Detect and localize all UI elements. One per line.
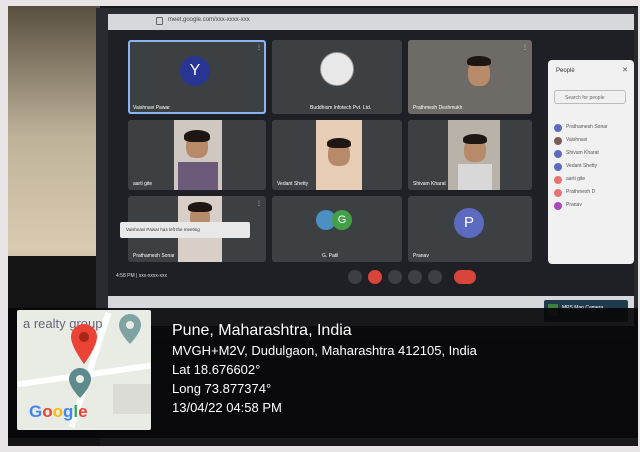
participant-name: Pranav — [413, 253, 429, 259]
location-city: Pune, Maharashtra, India — [172, 322, 352, 339]
list-item[interactable]: Pranav — [554, 200, 630, 213]
list-item[interactable]: Vedant Shetty — [554, 161, 630, 174]
list-item[interactable]: aarti gite — [554, 174, 630, 187]
list-item[interactable]: Shivam Kharat — [554, 148, 630, 161]
participant-tile[interactable]: Buddhism Infotech Pvt. Ltd. — [272, 40, 402, 114]
more-options-icon[interactable]: ⋮ — [522, 44, 528, 51]
browser-address-bar[interactable]: meet.google.com/xxx-xxxx-xxx — [108, 14, 634, 30]
list-item[interactable]: Prathmesh D — [554, 187, 630, 200]
mic-button[interactable] — [348, 270, 362, 284]
participant-name: G. Patil — [322, 253, 339, 259]
participant-tile[interactable]: ⋮ Prathmesh Deshmukh — [408, 40, 532, 114]
meeting-controls: 4:58 PM | xxx-xxxx-xxx — [108, 266, 634, 288]
participant-list-name: Shivam Kharat — [566, 150, 599, 156]
participant-name: Shivam Kharat — [413, 181, 446, 187]
participant-tile[interactable]: aarti gite — [128, 120, 266, 190]
participant-name: aarti gite — [133, 181, 153, 187]
participant-name: Prathmesh Deshmukh — [413, 105, 463, 111]
avatar — [554, 137, 562, 145]
camera-button[interactable] — [368, 270, 382, 284]
map-pin-icon — [71, 324, 97, 364]
participant-list: Prathamesh Sonar Vaishnavi Shivam Kharat… — [554, 122, 630, 213]
people-panel-title: People — [556, 68, 575, 74]
avatar — [554, 176, 562, 184]
participant-hair — [188, 202, 212, 212]
avatar — [554, 189, 562, 197]
monitor: meet.google.com/xxx-xxxx-xxx Y ⋮ Vaishna… — [96, 8, 638, 338]
avatar — [554, 124, 562, 132]
participant-clothes — [178, 162, 218, 190]
participant-tile[interactable]: P Pranav — [408, 196, 532, 262]
participant-hair — [463, 134, 487, 144]
avatar: Y — [180, 56, 210, 86]
location-info: Pune, Maharashtra, India MVGH+M2V, Dudul… — [172, 320, 477, 417]
avatar — [320, 52, 354, 86]
participant-name: Buddhism Infotech Pvt. Ltd. — [310, 105, 372, 111]
street-pin-icon — [69, 368, 91, 398]
avatar — [554, 163, 562, 171]
notification-toast: Vaishnavi Pawar has left the meeting — [120, 222, 250, 238]
list-item[interactable]: Prathamesh Sonar — [554, 122, 630, 135]
screen: meet.google.com/xxx-xxxx-xxx Y ⋮ Vaishna… — [108, 14, 634, 326]
list-item[interactable]: Vaishnavi — [554, 135, 630, 148]
location-address: MVGH+M2V, Dudulgaon, Maharashtra 412105,… — [172, 343, 477, 358]
present-button[interactable] — [408, 270, 422, 284]
participant-name: Vedant Shetty — [277, 181, 309, 187]
participant-name: Prathamesh Sonar — [133, 253, 175, 259]
participant-tile[interactable]: Vedant Shetty — [272, 120, 402, 190]
people-panel: People ✕ Search for people Prathamesh So… — [548, 60, 634, 264]
participant-hair — [327, 138, 351, 148]
participant-tile[interactable]: G G. Patil — [272, 196, 402, 262]
participant-list-name: Vedant Shetty — [566, 163, 598, 169]
avatar — [554, 202, 562, 210]
google-logo: Google — [29, 402, 88, 421]
participant-list-name: Pranav — [566, 202, 582, 208]
participant-hair — [467, 56, 491, 66]
avatar: P — [454, 208, 484, 238]
avatar — [554, 150, 562, 158]
more-options-icon[interactable]: ⋮ — [256, 200, 262, 207]
participant-list-name: Prathmesh D — [566, 189, 596, 195]
participant-list-name: aarti gite — [566, 176, 586, 182]
avatar: G — [332, 210, 352, 230]
meeting-time: 4:58 PM | xxx-xxxx-xxx — [116, 273, 168, 279]
lock-icon — [156, 17, 163, 25]
participant-name: Vaishnavi Pawar — [133, 105, 170, 111]
longitude: Long 73.877374° — [172, 381, 272, 396]
leave-call-button[interactable] — [454, 270, 476, 284]
timestamp: 13/04/22 04:58 PM — [172, 400, 282, 415]
participant-tile[interactable]: Y ⋮ Vaishnavi Pawar — [128, 40, 266, 114]
participant-tile[interactable]: Shivam Kharat — [408, 120, 532, 190]
more-options-icon[interactable]: ⋮ — [256, 44, 262, 51]
participant-list-name: Vaishnavi — [566, 137, 588, 143]
search-people-input[interactable]: Search for people — [554, 90, 626, 104]
captions-button[interactable] — [388, 270, 402, 284]
map-thumbnail: a realty group Google — [17, 310, 151, 430]
participant-list-name: Prathamesh Sonar — [566, 124, 608, 130]
participant-clothes — [458, 164, 492, 190]
participant-hair — [184, 130, 210, 142]
place-pin-icon — [119, 314, 141, 344]
close-icon[interactable]: ✕ — [622, 66, 628, 74]
url-text: meet.google.com/xxx-xxxx-xxx — [168, 17, 250, 23]
more-options-button[interactable] — [428, 270, 442, 284]
map-block — [113, 384, 151, 414]
latitude: Lat 18.676602° — [172, 362, 261, 377]
